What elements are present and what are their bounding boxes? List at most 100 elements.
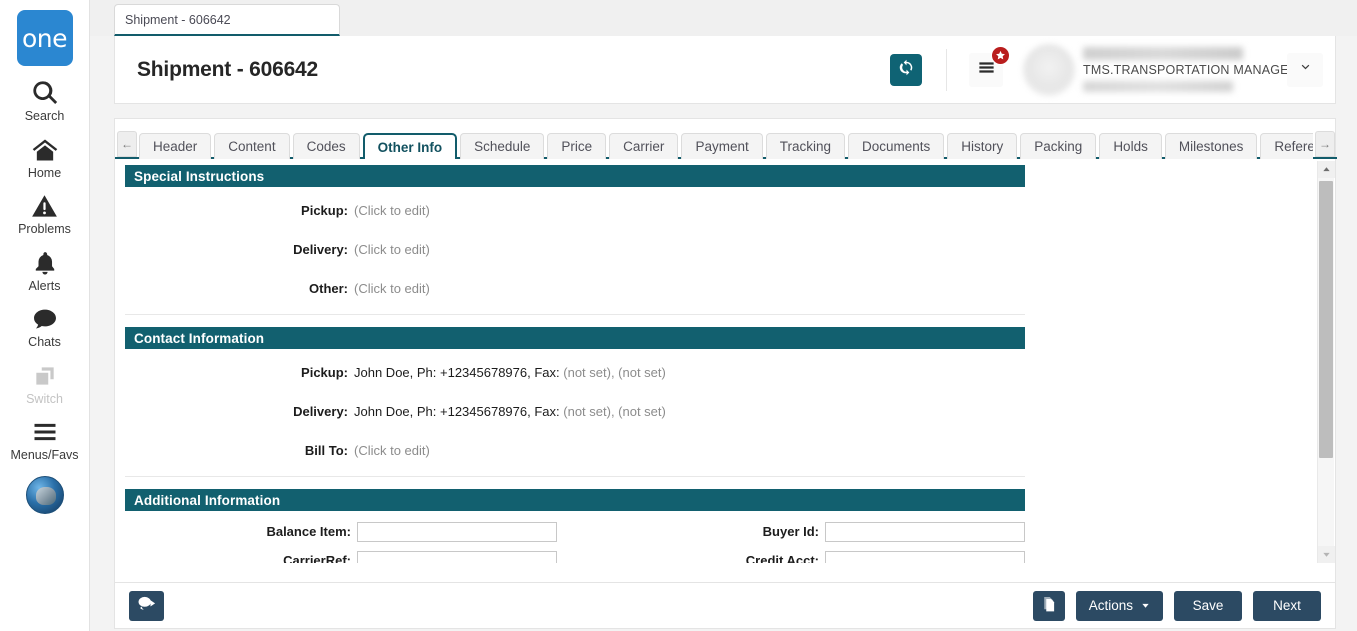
tab-scroll-left-button[interactable]: ← xyxy=(117,131,137,157)
field-label: Pickup: xyxy=(115,365,348,380)
header-divider xyxy=(946,49,947,91)
search-icon xyxy=(31,78,59,108)
tabs-container: Header Content CodesOther Info Schedule Pric… xyxy=(139,131,1313,159)
contact-information-rows: Pickup:John Doe, Ph: +12345678976, Fax: … xyxy=(115,360,1313,463)
field-label: Other: xyxy=(115,281,348,296)
user-menu-button[interactable] xyxy=(1287,53,1323,87)
field-value[interactable]: (Click to edit) xyxy=(348,203,430,218)
section-divider xyxy=(125,476,1025,477)
sidebar-item-label: Search xyxy=(25,110,65,123)
tab-holds[interactable]: Holds xyxy=(1099,133,1162,159)
tabs-scroll-viewport: Header Content CodesOther Info Schedule Pric… xyxy=(139,131,1313,159)
warning-icon xyxy=(31,191,58,221)
sidebar-item-home[interactable]: Home xyxy=(0,135,90,180)
tab-other-info[interactable]: Other Info xyxy=(363,133,458,159)
sidebar-item-alerts[interactable]: Alerts xyxy=(0,248,90,293)
refresh-button[interactable] xyxy=(890,54,922,86)
user-avatar[interactable] xyxy=(1023,44,1075,96)
tab-references[interactable]: References xyxy=(1260,133,1313,159)
tab-history[interactable]: History xyxy=(947,133,1017,159)
next-button[interactable]: Next xyxy=(1253,591,1321,621)
page-title: Shipment - 606642 xyxy=(137,58,318,82)
scroll-up-button[interactable] xyxy=(1318,161,1335,178)
arrow-right-icon: → xyxy=(1319,137,1331,151)
scrollbar-thumb[interactable] xyxy=(1319,181,1333,458)
additional-information-grid: Balance Item:Buyer Id: CarrierRef:Credit … xyxy=(115,519,1313,563)
page-header: Shipment - 606642 xyxy=(114,36,1336,104)
user-info-block: TMS.TRANSPORTATION MANAGER xyxy=(1083,44,1273,96)
bottom-action-bar: Actions Save Next xyxy=(114,583,1336,629)
document-tab-label: Shipment - 606642 xyxy=(125,13,231,27)
document-tab-shipment[interactable]: Shipment - 606642 xyxy=(114,4,340,36)
user-name-redacted xyxy=(1083,47,1243,60)
tab-price[interactable]: Price xyxy=(547,133,606,159)
field-label: Credit Acct: xyxy=(640,553,825,563)
arrow-left-icon: ← xyxy=(121,137,133,151)
tab-scroll-right-button[interactable]: → xyxy=(1315,131,1335,157)
balance-item-input[interactable] xyxy=(357,522,557,542)
save-button[interactable]: Save xyxy=(1174,591,1242,621)
refresh-icon xyxy=(898,59,915,81)
sidebar-item-menus-favs[interactable]: Menus/Favs xyxy=(0,417,90,462)
tab-milestones[interactable]: Milestones xyxy=(1165,133,1258,159)
scroll-down-button[interactable] xyxy=(1318,546,1335,563)
actions-label: Actions xyxy=(1089,598,1133,613)
tab-header[interactable]: Header xyxy=(139,133,211,159)
credit-acct-input[interactable] xyxy=(825,551,1025,564)
header-right-cluster: TMS.TRANSPORTATION MANAGER xyxy=(890,36,1335,103)
save-label: Save xyxy=(1193,598,1224,613)
field-value[interactable]: John Doe, Ph: +12345678976, Fax: (not se… xyxy=(348,404,666,419)
section-title: Additional Information xyxy=(134,493,280,508)
tab-carrier[interactable]: Carrier xyxy=(609,133,678,159)
tab-codes[interactable]: Codes xyxy=(293,133,360,159)
tab-content[interactable]: Content xyxy=(214,133,289,159)
section-title: Special Instructions xyxy=(134,169,264,184)
assistant-avatar-icon[interactable] xyxy=(26,476,64,514)
form-cell: Credit Acct: xyxy=(640,551,1025,564)
tab-label: Payment xyxy=(695,139,748,154)
switch-icon xyxy=(32,361,58,391)
star-badge-icon xyxy=(991,46,1010,65)
tab-schedule[interactable]: Schedule xyxy=(460,133,544,159)
contact-detail: John Doe, Ph: +12345678976, Fax: xyxy=(354,404,560,419)
tab-label: Milestones xyxy=(1179,139,1244,154)
carrierref-input[interactable] xyxy=(357,551,557,564)
form-row: Balance Item:Buyer Id: xyxy=(115,519,1313,544)
actions-button[interactable]: Actions xyxy=(1076,591,1163,621)
hamburger-icon xyxy=(31,417,59,447)
tab-label: Documents xyxy=(862,139,930,154)
copy-document-button[interactable] xyxy=(1033,591,1065,621)
sidebar-item-problems[interactable]: Problems xyxy=(0,191,90,236)
contact-information-row: Delivery:John Doe, Ph: +12345678976, Fax… xyxy=(115,399,1313,424)
sidebar-item-switch[interactable]: Switch xyxy=(0,361,90,406)
tab-packing[interactable]: Packing xyxy=(1020,133,1096,159)
field-value[interactable]: (Click to edit) xyxy=(348,443,430,458)
special-instructions-rows: Pickup:(Click to edit)Delivery:(Click to… xyxy=(115,198,1313,301)
header-menu-button[interactable] xyxy=(969,53,1003,87)
sidebar-item-search[interactable]: Search xyxy=(0,78,90,123)
tab-label: Content xyxy=(228,139,275,154)
form-content: Special Instructions Pickup:(Click to ed… xyxy=(115,165,1313,563)
sidebar-item-label: Problems xyxy=(18,223,71,236)
tab-documents[interactable]: Documents xyxy=(848,133,944,159)
home-icon xyxy=(31,135,59,165)
form-row: CarrierRef:Credit Acct: xyxy=(115,548,1313,563)
chevron-down-icon xyxy=(1299,61,1312,79)
form-cell: CarrierRef: xyxy=(115,551,640,564)
tab-tracking[interactable]: Tracking xyxy=(766,133,845,159)
bottom-button-group: Actions Save Next xyxy=(1033,591,1321,621)
sidebar-item-chats[interactable]: Chats xyxy=(0,304,90,349)
tab-label: Schedule xyxy=(474,139,530,154)
field-value[interactable]: John Doe, Ph: +12345678976, Fax: (not se… xyxy=(348,365,666,380)
left-sidebar: one Search Home Problems Alerts xyxy=(0,0,90,631)
buyer-id-input[interactable] xyxy=(825,522,1025,542)
one-logo[interactable]: one xyxy=(17,10,73,66)
tab-payment[interactable]: Payment xyxy=(681,133,762,159)
tab-label: Packing xyxy=(1034,139,1082,154)
tab-label: References xyxy=(1274,139,1313,154)
field-value[interactable]: (Click to edit) xyxy=(348,281,430,296)
field-value[interactable]: (Click to edit) xyxy=(348,242,430,257)
chat-forward-button[interactable] xyxy=(129,591,164,621)
section-header-contact-information: Contact Information xyxy=(125,327,1025,349)
vertical-scrollbar[interactable] xyxy=(1317,161,1334,563)
